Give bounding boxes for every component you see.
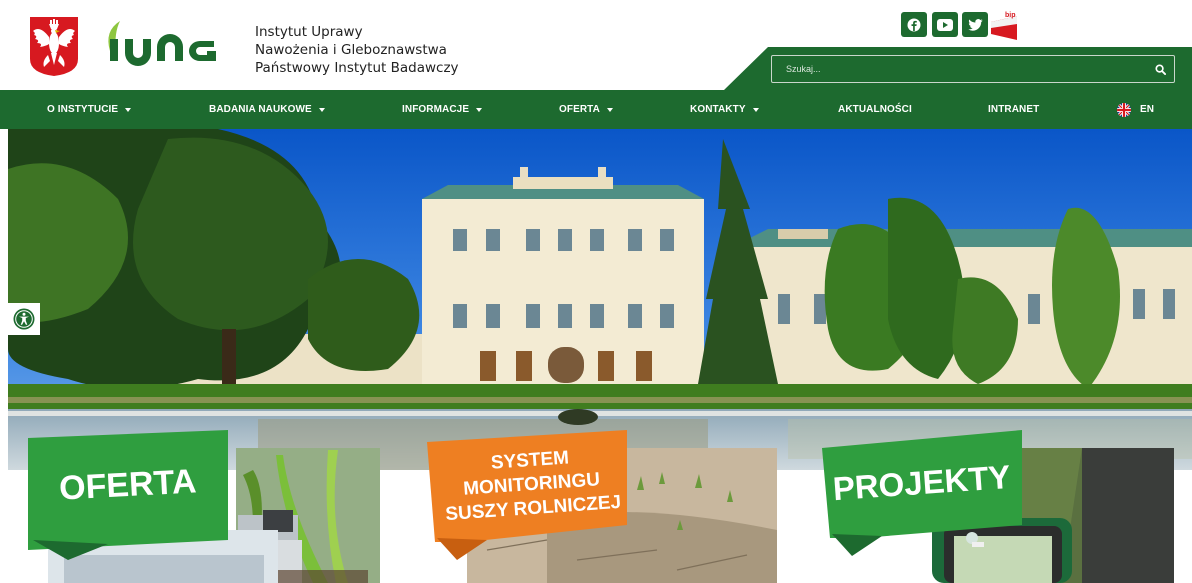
card-system-monitoringu[interactable]: SYSTEM MONITORINGU SUSZY ROLNICZEJ: [427, 430, 777, 583]
nav-label: INFORMACJE: [402, 104, 470, 115]
caret-down-icon: [125, 107, 132, 112]
accessibility-icon: [13, 308, 35, 330]
nav-item-informacje[interactable]: INFORMACJE: [402, 90, 483, 129]
nav-label: O INSTYTUCIE: [47, 104, 119, 115]
nav-item-aktualnosci[interactable]: AKTUALNOŚCI: [838, 90, 912, 129]
hero-image: [8, 129, 1192, 470]
caret-down-icon: [752, 107, 759, 112]
facebook-icon[interactable]: [901, 12, 927, 37]
main-nav: O INSTYTUCIE BADANIA NAUKOWE INFORMACJE …: [0, 90, 1192, 129]
nav-item-kontakty[interactable]: KONTAKTY: [690, 90, 759, 129]
card-projekty[interactable]: PROJEKTY: [822, 430, 1174, 583]
language-label: EN: [1140, 104, 1155, 115]
search-box: [771, 55, 1175, 83]
search-input[interactable]: [772, 56, 1132, 82]
bip-logo[interactable]: bip: [991, 10, 1017, 40]
bip-label: bip: [1005, 12, 1016, 19]
youtube-icon[interactable]: [932, 12, 958, 37]
language-switch[interactable]: EN: [1117, 90, 1154, 129]
caret-down-icon: [318, 107, 325, 112]
accessibility-button[interactable]: [8, 303, 40, 335]
nav-label: BADANIA NAUKOWE: [209, 104, 312, 115]
nav-label: INTRANET: [988, 104, 1040, 115]
caret-down-icon: [476, 107, 483, 112]
nav-label: OFERTA: [559, 104, 600, 115]
nav-item-oferta[interactable]: OFERTA: [559, 90, 613, 129]
caret-down-icon: [606, 107, 613, 112]
nav-item-intranet[interactable]: INTRANET: [988, 90, 1039, 129]
nav-label: KONTAKTY: [690, 104, 746, 115]
nav-label: AKTUALNOŚCI: [838, 104, 912, 115]
uk-flag-icon: [1117, 102, 1131, 117]
nav-item-o-instytucie[interactable]: O INSTYTUCIE: [47, 90, 132, 129]
card-oferta[interactable]: OFERTA: [28, 430, 380, 583]
card-oferta-title: OFERTA: [58, 462, 197, 507]
twitter-icon[interactable]: [962, 12, 988, 37]
nav-item-badania-naukowe[interactable]: BADANIA NAUKOWE: [209, 90, 325, 129]
search-icon[interactable]: [1152, 61, 1168, 77]
